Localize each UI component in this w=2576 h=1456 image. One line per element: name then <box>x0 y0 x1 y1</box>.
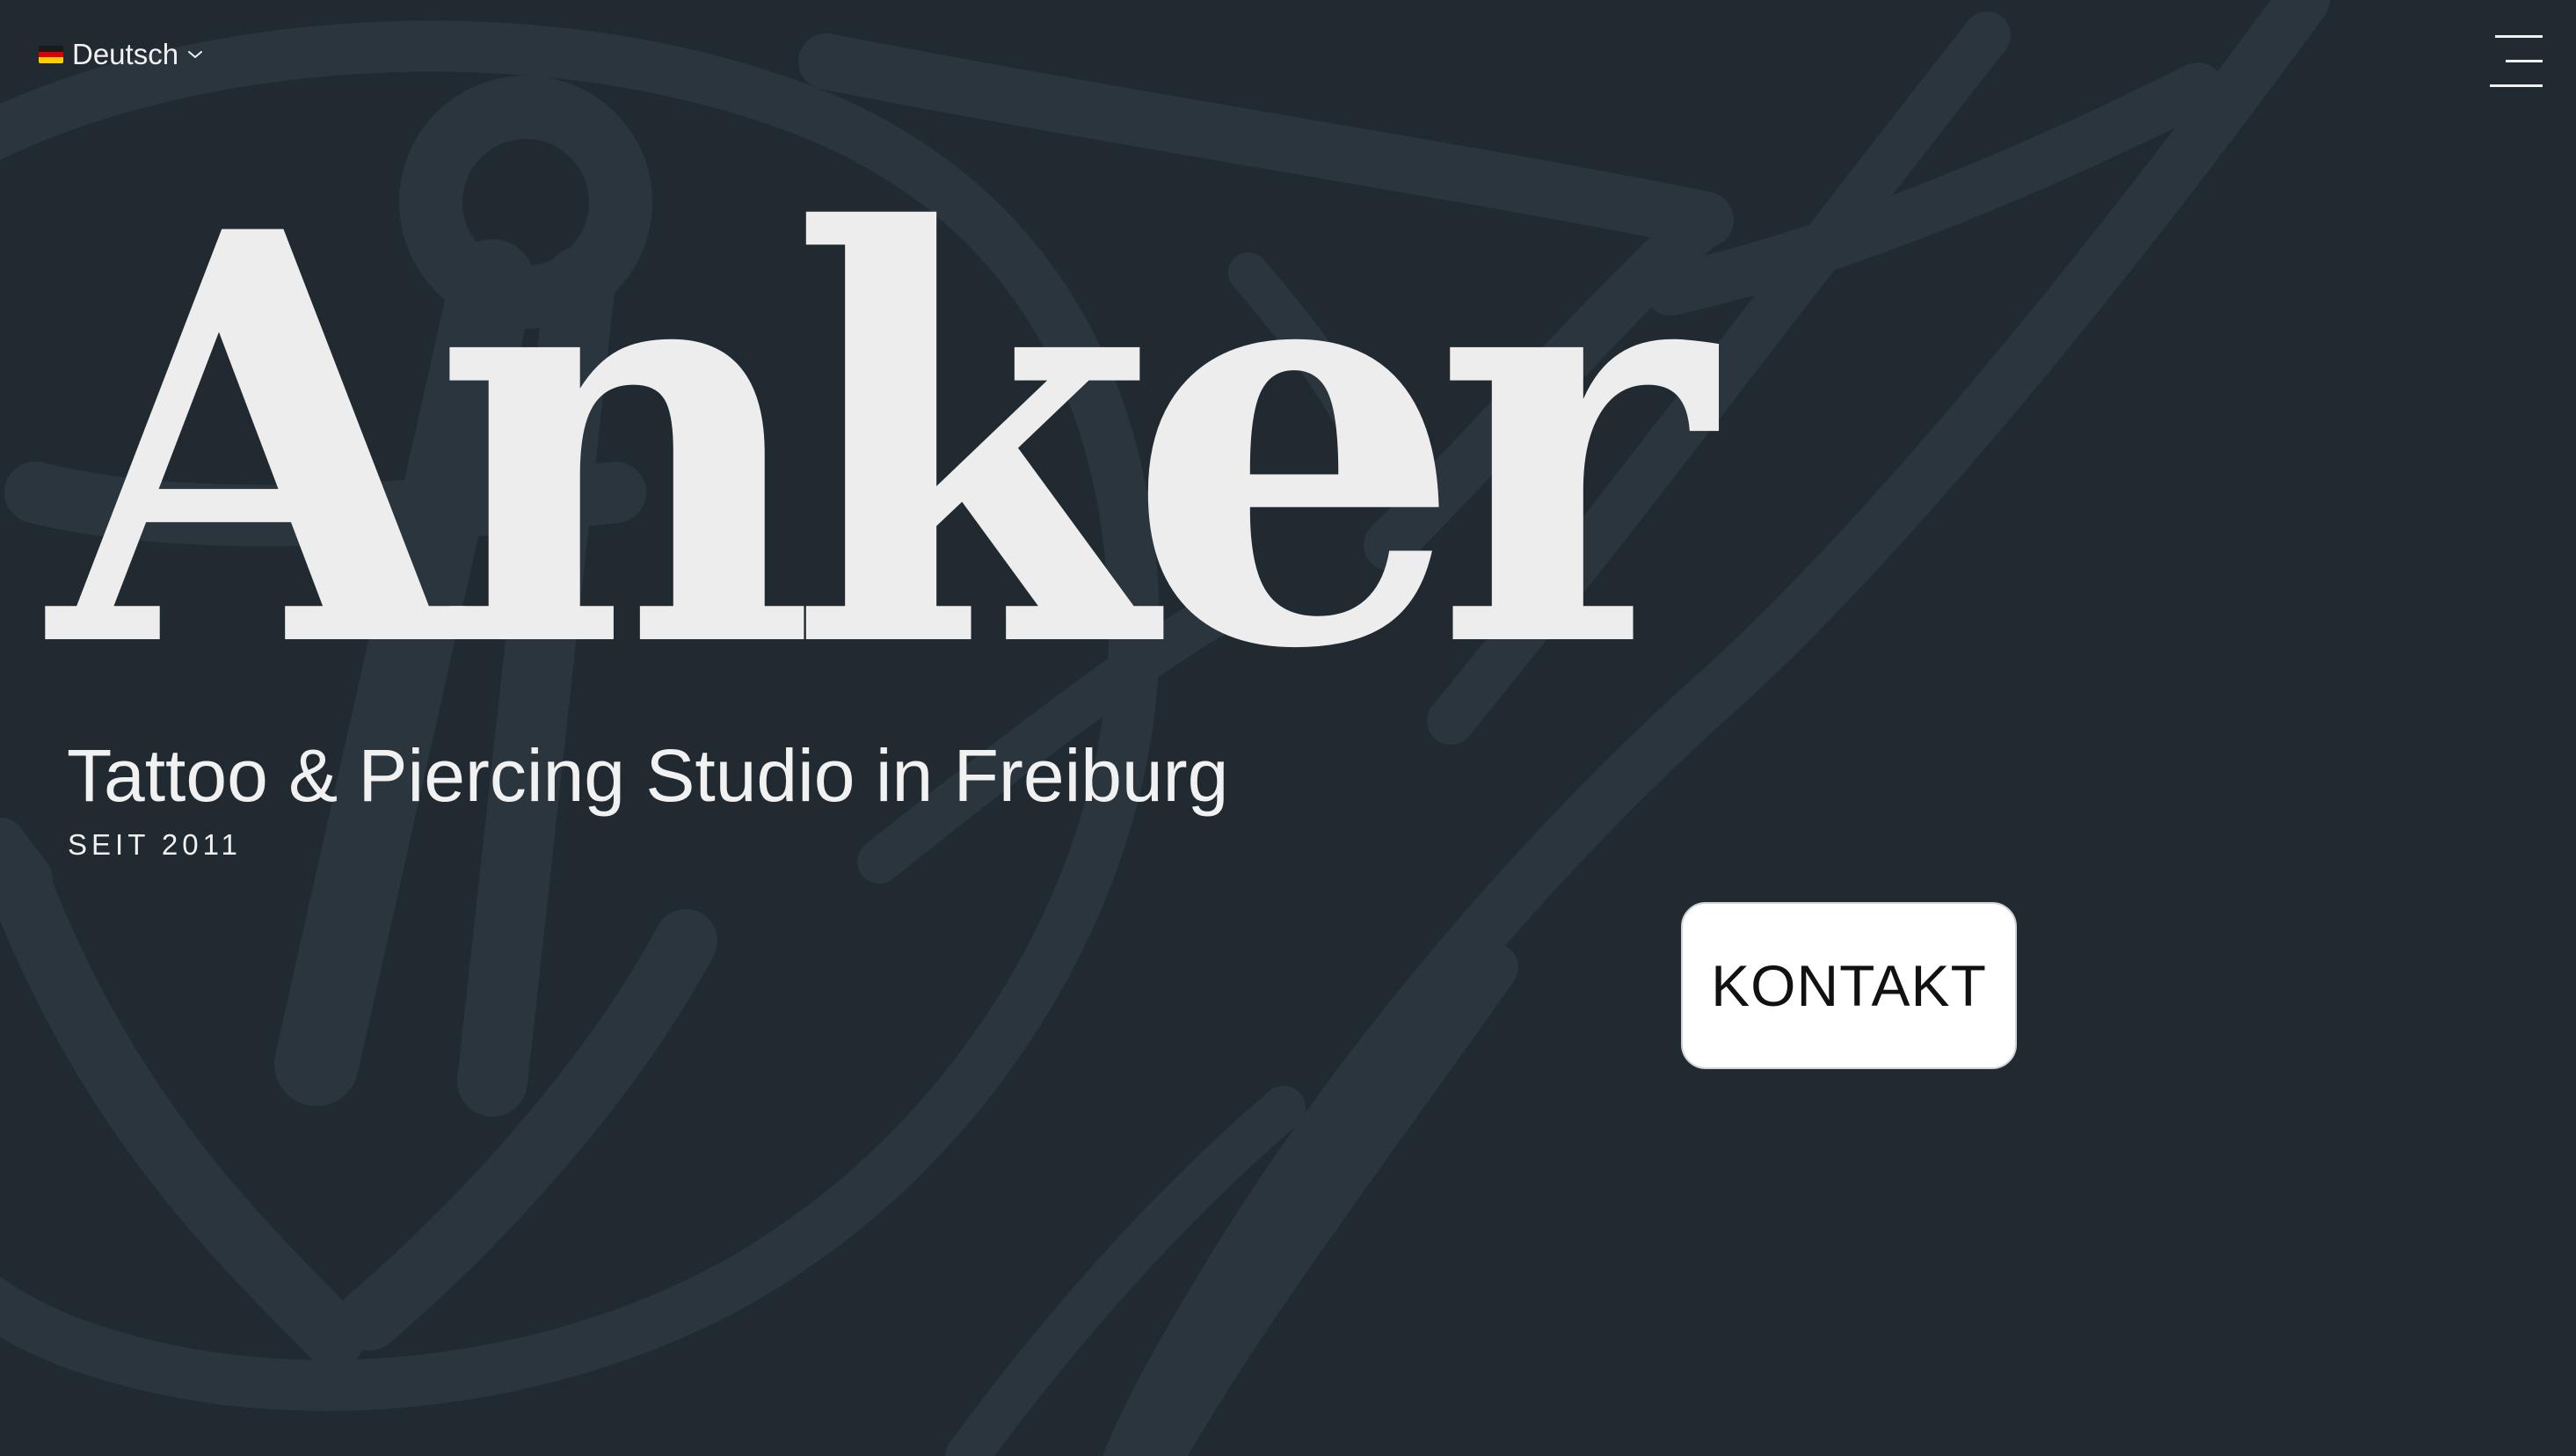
since-label: SEIT 2011 <box>68 828 242 861</box>
hero-page: Deutsch Anker Tattoo & Piercing Studio i… <box>0 0 2576 1456</box>
chevron-down-icon <box>188 51 203 58</box>
language-label: Deutsch <box>72 38 179 70</box>
hamburger-menu-icon[interactable] <box>2486 32 2543 90</box>
page-title: Anker <box>49 111 1714 772</box>
page-subtitle: Tattoo & Piercing Studio in Freiburg <box>67 734 1229 817</box>
language-selector[interactable]: Deutsch <box>39 35 203 74</box>
contact-button[interactable]: KONTAKT <box>1681 902 2017 1069</box>
german-flag-icon <box>39 46 63 63</box>
